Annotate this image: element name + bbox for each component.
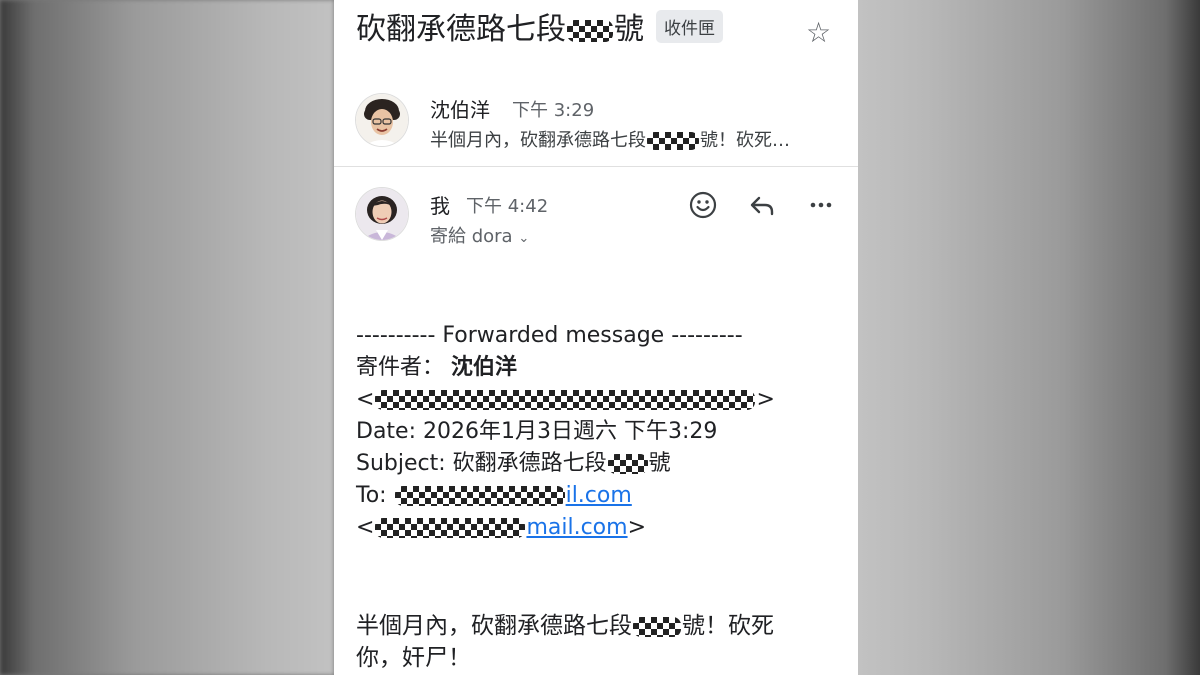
forwarded-header: ---------- Forwarded message ---------: [356, 323, 743, 348]
redaction-mosaic: [567, 19, 613, 42]
forwarded-cc: < mail.com>: [356, 512, 846, 544]
forwarded-block: ---------- Forwarded message --------- 寄…: [356, 320, 846, 544]
from-label: 寄件者：: [356, 355, 445, 380]
inbox-badge[interactable]: 收件匣: [656, 9, 723, 43]
background-left: [0, 0, 334, 675]
redaction-mosaic: [394, 486, 565, 506]
subject-label: Subject: 砍翻承德路七段: [356, 451, 607, 476]
thread-subject-row: 砍翻承德路七段 號 收件匣: [356, 4, 723, 48]
angle-open: <: [356, 387, 375, 412]
divider: [334, 166, 858, 167]
sender-name[interactable]: 我: [430, 190, 450, 219]
angle-close: >: [756, 387, 775, 412]
redaction-mosaic: [647, 132, 699, 150]
email-screen: 砍翻承德路七段號 收件匣 ☆ 沈伯洋 下午 3:29 半個月內，砍翻承德路七段號…: [334, 0, 858, 675]
more-icon[interactable]: [804, 188, 838, 222]
avatar[interactable]: [356, 188, 408, 240]
subject-suffix: 號: [614, 12, 644, 47]
reply-icon[interactable]: [745, 188, 779, 222]
message-time: 下午 3:29: [512, 100, 595, 121]
body-line-2: 你，奸尸！: [356, 645, 471, 671]
to-label: To:: [356, 483, 394, 508]
forwarded-subject: Subject: 砍翻承德路七段 號: [356, 448, 846, 480]
angle-open: <: [356, 515, 375, 540]
emoji-icon[interactable]: [686, 188, 720, 222]
recipient-dropdown[interactable]: 寄給 dora ⌄: [430, 222, 529, 248]
sender-name[interactable]: 沈伯洋: [430, 94, 490, 123]
redaction-mosaic: [607, 454, 648, 474]
angle-close: >: [627, 515, 646, 540]
thread-subject: 砍翻承德路七段 號: [356, 4, 644, 48]
subject-text: 砍翻承德路七段: [356, 12, 566, 47]
forwarded-to: To: il.com: [356, 480, 846, 512]
forwarded-date: Date: 2026年1月3日週六 下午3:29: [356, 419, 718, 444]
subject-suffix: 號: [648, 451, 671, 476]
snippet-suffix: 號！砍死…: [700, 130, 790, 151]
body-text-suffix: 號！砍死: [682, 613, 774, 639]
redaction-mosaic: [375, 518, 526, 538]
body-text: 半個月內，砍翻承德路七段: [356, 613, 632, 639]
message-body: 半個月內，砍翻承德路七段 號！砍死 你，奸尸！: [356, 610, 836, 674]
from-name: 沈伯洋: [451, 355, 518, 380]
to-email-text: il.com: [565, 483, 632, 508]
cc-email-link[interactable]: mail.com: [374, 515, 628, 540]
star-icon[interactable]: ☆: [806, 16, 831, 49]
recipient-label: 寄給 dora: [430, 226, 513, 247]
to-email-link[interactable]: il.com: [394, 483, 632, 508]
chevron-down-icon: ⌄: [518, 231, 530, 246]
cc-email-text: mail.com: [526, 515, 628, 540]
avatar[interactable]: [356, 94, 408, 146]
message-snippet[interactable]: 半個月內，砍翻承德路七段 號！砍死…: [430, 126, 790, 152]
redaction-mosaic: [375, 390, 756, 410]
snippet-text: 半個月內，砍翻承德路七段: [430, 130, 646, 151]
forwarded-from: 寄件者： 沈伯洋: [356, 352, 846, 384]
forwarded-from-email[interactable]: < >: [356, 384, 846, 416]
message-time: 下午 4:42: [466, 196, 549, 217]
background-right: [858, 0, 1200, 675]
body-line-1: 半個月內，砍翻承德路七段 號！砍死: [356, 610, 836, 642]
redaction-mosaic: [633, 616, 681, 637]
